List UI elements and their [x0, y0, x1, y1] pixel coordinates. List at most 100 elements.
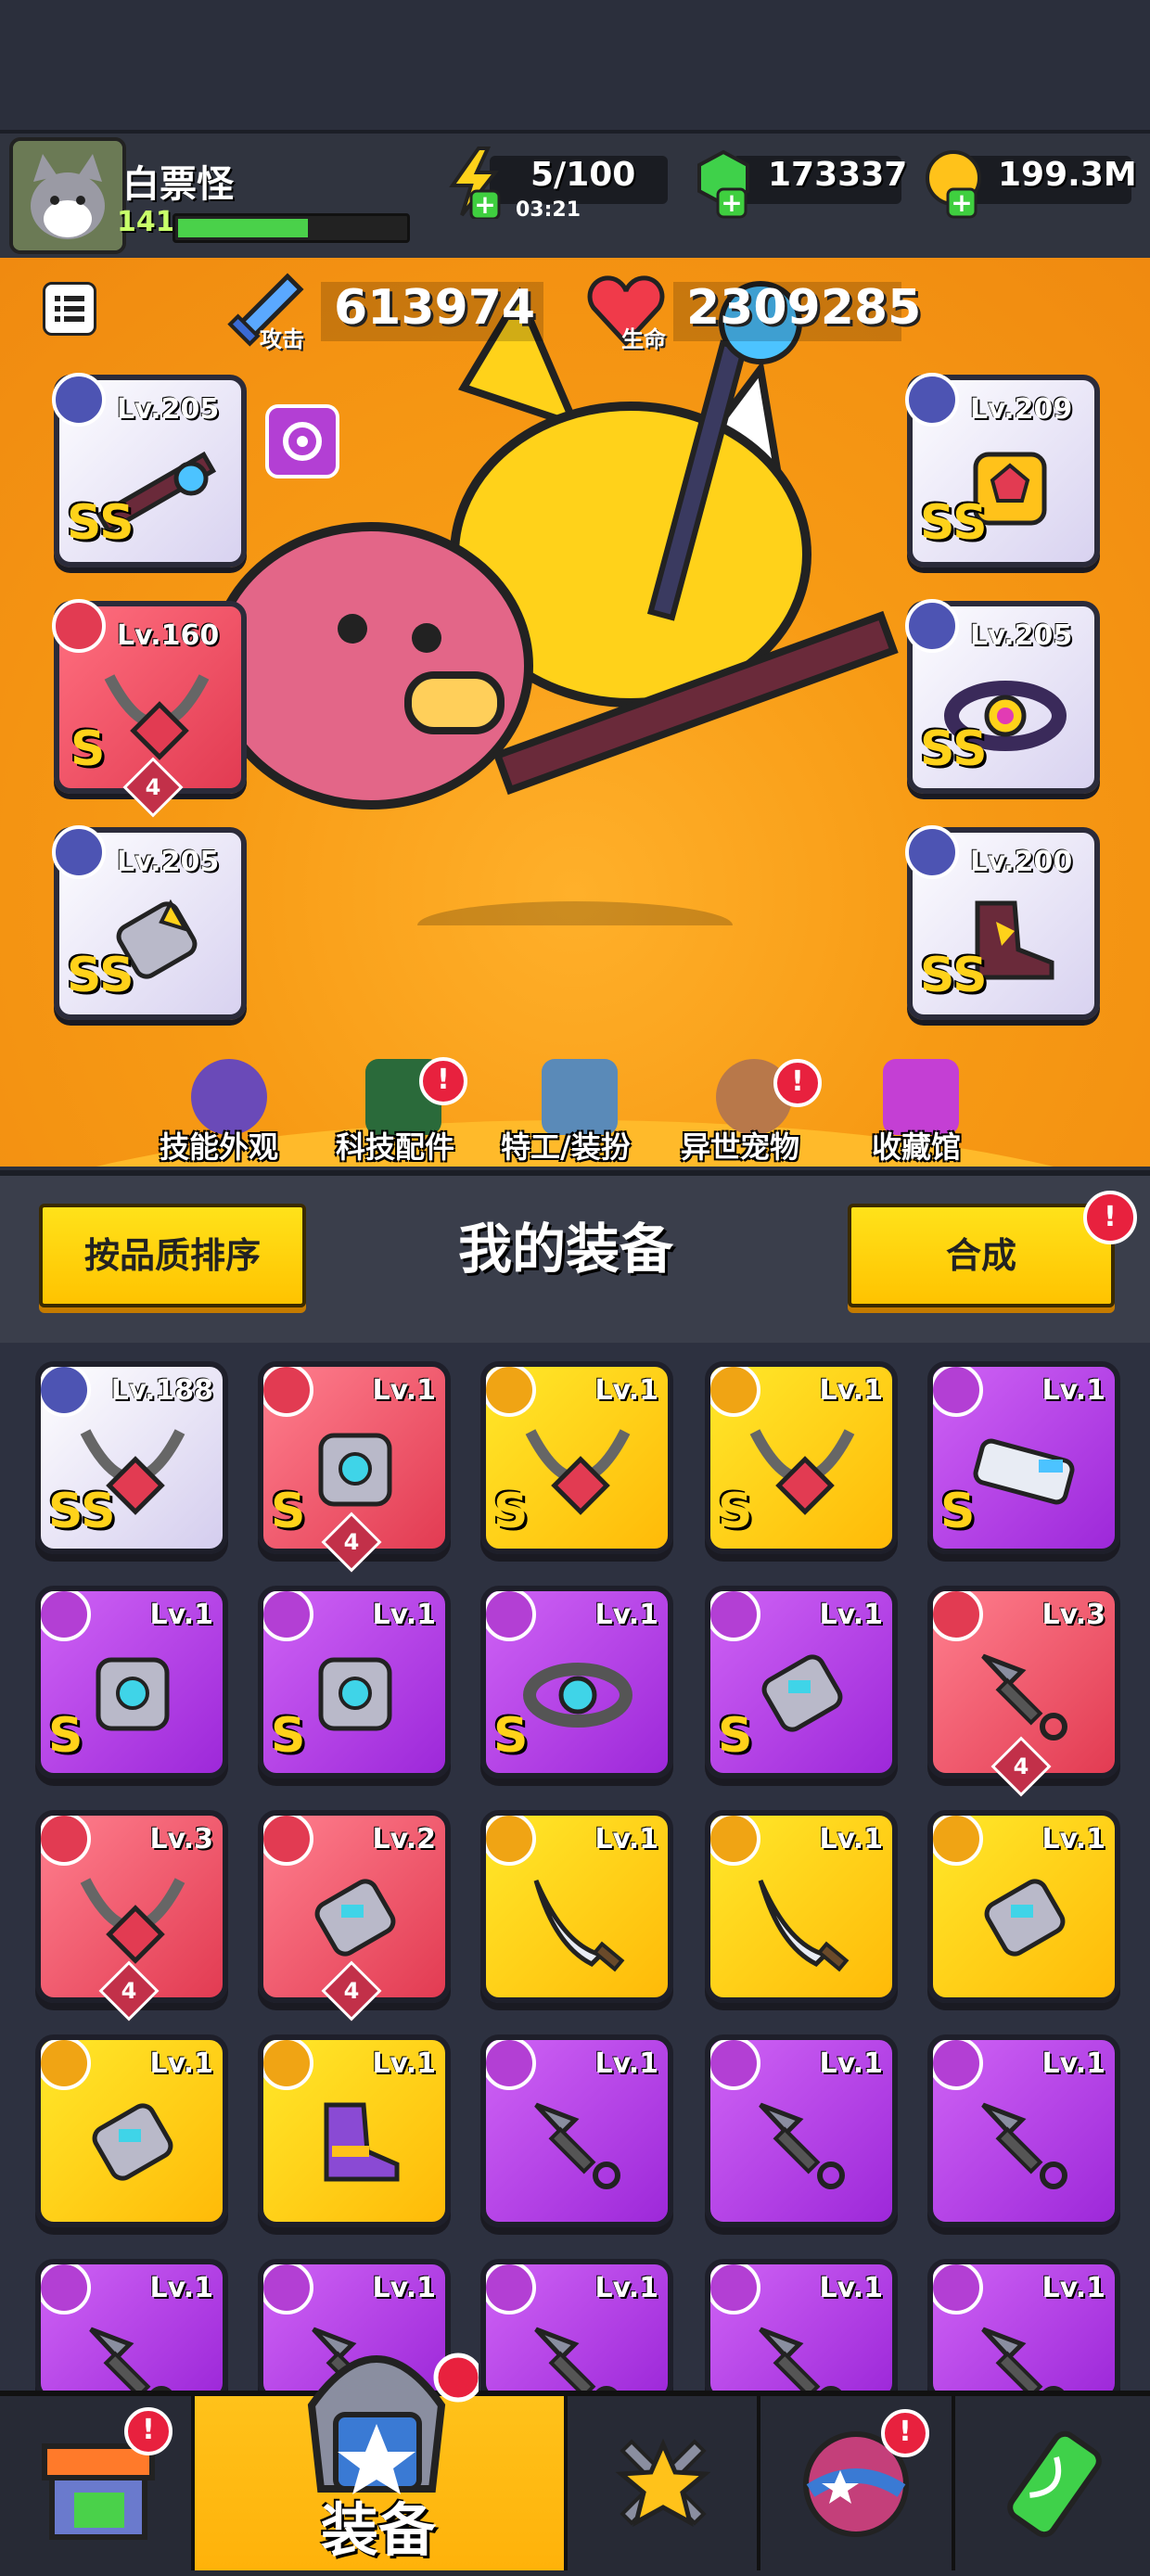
menu-button[interactable]: [43, 282, 96, 336]
svg-text:+: +: [721, 187, 742, 218]
inventory-item[interactable]: Lv.1: [258, 2034, 451, 2227]
sort-by-quality-button[interactable]: 按品质排序: [39, 1204, 306, 1307]
kunai-category-icon: [710, 2040, 760, 2090]
inventory-item[interactable]: Lv.1 S: [258, 1586, 451, 1779]
inventory-item[interactable]: Lv.1: [705, 2259, 898, 2402]
inventory-item-level: Lv.1: [1041, 1823, 1106, 1855]
inventory-item[interactable]: Lv.1 S: [35, 1586, 228, 1779]
gloves-category-icon: [41, 2040, 91, 2090]
inventory-item[interactable]: Lv.1 S: [480, 1586, 673, 1779]
inventory-item[interactable]: Lv.1: [480, 2259, 673, 2402]
armor-category-icon: [263, 1367, 313, 1417]
inventory-item[interactable]: Lv.1 S: [705, 1361, 898, 1554]
belt-category-icon: [905, 599, 959, 653]
inventory-item[interactable]: Lv.188 SS: [35, 1361, 228, 1554]
inventory-item-level: Lv.1: [149, 2272, 214, 2304]
equipped-gloves-rank: SS: [67, 948, 134, 1003]
inventory-item-level: Lv.1: [372, 2272, 437, 2304]
gloves-icon: [314, 1879, 396, 1957]
shop-badge: !: [124, 2407, 172, 2455]
tab-collection[interactable]: 收藏馆: [872, 1124, 961, 1167]
inventory-item-rank: S: [493, 1708, 529, 1764]
inventory-item-level: Lv.1: [1041, 2272, 1106, 2304]
inventory-item[interactable]: Lv.1 S: [705, 1586, 898, 1779]
boots-icon: [324, 2102, 400, 2182]
equipped-armor-slot[interactable]: Lv.209 SS: [905, 373, 1100, 567]
boots-category-icon: [905, 825, 959, 879]
gloves-icon: [761, 1654, 843, 1732]
inventory-item[interactable]: Lv.1: [480, 1810, 673, 2003]
nav-planet[interactable]: !: [760, 2396, 955, 2570]
tab-tech-parts[interactable]: 科技配件: [336, 1124, 454, 1167]
belt-icon: [523, 1663, 632, 1728]
inventory-item[interactable]: Lv.1 S: [927, 1361, 1120, 1554]
equipped-armor-level: Lv.209: [970, 393, 1073, 426]
inventory-item[interactable]: Lv.1: [35, 2259, 228, 2402]
necklace-icon: [525, 1429, 631, 1515]
tab-agent-outfit[interactable]: 特工/装扮: [501, 1124, 631, 1167]
inventory-item[interactable]: Lv.1 S: [480, 1361, 673, 1554]
chain-necklace-icon: [104, 674, 210, 760]
sword-category-icon: [486, 1816, 536, 1866]
inventory-item-level: Lv.1: [819, 2047, 884, 2080]
weapon-category-icon: [52, 373, 106, 427]
target-button[interactable]: [265, 404, 339, 478]
inventory-item[interactable]: Lv.1: [480, 2034, 673, 2227]
section-title: 我的装备: [458, 1218, 674, 1281]
planet-badge: !: [881, 2409, 929, 2457]
nav-dna[interactable]: [955, 2396, 1150, 2570]
player-avatar[interactable]: [9, 137, 126, 254]
merge-button[interactable]: 合成: [848, 1204, 1115, 1307]
inventory-item[interactable]: Lv.1: [927, 1810, 1120, 2003]
nav-shop[interactable]: !: [0, 2396, 195, 2570]
inventory-item-stars-count: 4: [343, 1978, 360, 2004]
boots-category-icon: [263, 2040, 313, 2090]
kunai-icon: [981, 2327, 1067, 2396]
armor-icon: [96, 1657, 170, 1731]
nav-battle[interactable]: [568, 2396, 760, 2570]
sword-icon: [758, 1880, 850, 1972]
equipped-boots-slot[interactable]: Lv.200 SS: [905, 825, 1100, 1020]
inventory-item-level: Lv.1: [819, 1374, 884, 1407]
xp-bar-fill: [178, 219, 308, 237]
weapon-icon: [973, 1438, 1075, 1505]
kunai-category-icon: [41, 2264, 91, 2315]
kunai-category-icon: [710, 2264, 760, 2315]
equipped-gloves-slot[interactable]: Lv.205 SS: [52, 825, 247, 1020]
gloves-category-icon: [52, 825, 106, 879]
tab-pets[interactable]: 异世宠物: [681, 1124, 799, 1167]
kunai-category-icon: [933, 2040, 983, 2090]
hp-value: 2309285: [686, 280, 922, 336]
inventory-item[interactable]: Lv.1: [927, 2259, 1120, 2402]
equipped-necklace-slot[interactable]: Lv.160 S 4: [52, 599, 247, 818]
equipped-belt-rank: SS: [920, 721, 988, 777]
gloves-category-icon: [263, 1816, 313, 1866]
armor-icon: [318, 1657, 392, 1731]
equipped-belt-slot[interactable]: Lv.205 SS: [905, 599, 1100, 794]
belt-category-icon: [486, 1591, 536, 1641]
kunai-icon: [981, 2102, 1067, 2189]
armor-category-icon: [41, 1591, 91, 1641]
nav-equipment[interactable]: 装备: [195, 2353, 568, 2570]
sword-category-icon: [710, 1816, 760, 1866]
battle-icon: [615, 2438, 711, 2527]
weapon-category-icon: [933, 1367, 983, 1417]
inventory-item[interactable]: Lv.1: [705, 1810, 898, 2003]
tab-skill-skin[interactable]: 技能外观: [160, 1124, 278, 1167]
inventory-item-level: Lv.3: [149, 1823, 214, 1855]
necklace-category-icon: [41, 1816, 91, 1866]
inventory-item-level: Lv.1: [594, 2272, 659, 2304]
inventory-item-rank: S: [493, 1484, 529, 1539]
equipped-necklace-stars-count: 4: [145, 774, 161, 800]
hero-character: [209, 281, 899, 925]
inventory-item[interactable]: Lv.1: [927, 2034, 1120, 2227]
player-name: 白票怪: [122, 163, 234, 206]
armor-category-icon: [263, 1591, 313, 1641]
player-level: 141: [117, 206, 175, 238]
status-bar-area: [0, 0, 1150, 130]
equipped-weapon-slot[interactable]: Lv.205 SS: [52, 373, 247, 567]
inventory-item[interactable]: Lv.1: [35, 2034, 228, 2227]
necklace-icon: [749, 1429, 855, 1515]
inventory-item-level: Lv.1: [1041, 2047, 1106, 2080]
inventory-item[interactable]: Lv.1: [705, 2034, 898, 2227]
